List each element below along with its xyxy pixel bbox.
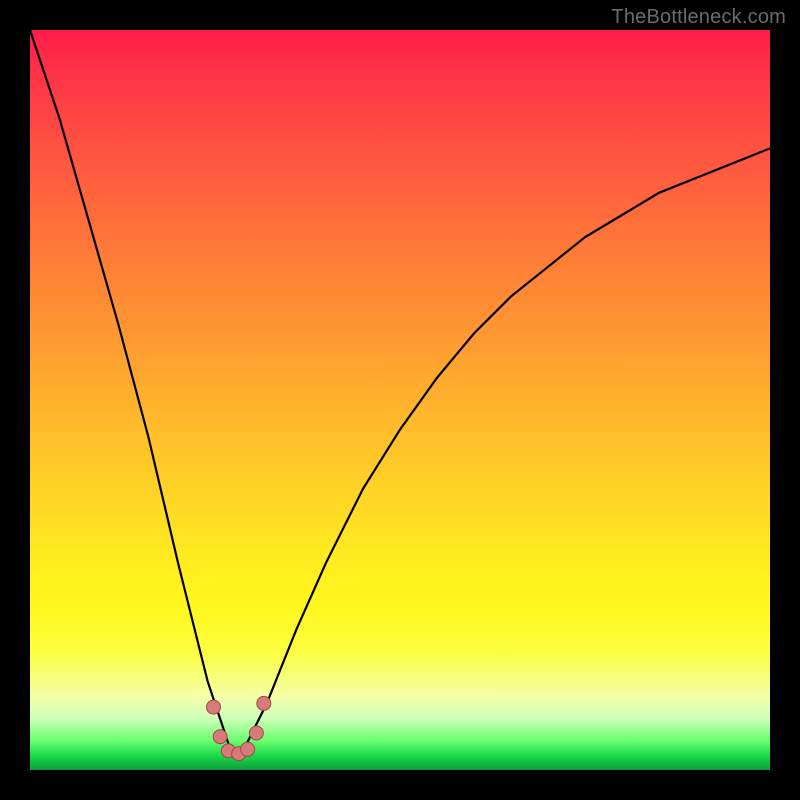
curve-marker: [249, 726, 263, 740]
watermark-text: TheBottleneck.com: [611, 6, 786, 29]
curve-marker: [207, 700, 221, 714]
bottleneck-curve: [30, 30, 770, 755]
curve-marker: [213, 730, 227, 744]
curve-marker: [241, 742, 255, 756]
chart-svg: [30, 30, 770, 770]
curve-marker: [257, 696, 271, 710]
chart-plot-area: [30, 30, 770, 770]
curve-markers: [207, 696, 271, 760]
chart-frame: TheBottleneck.com: [0, 0, 800, 800]
